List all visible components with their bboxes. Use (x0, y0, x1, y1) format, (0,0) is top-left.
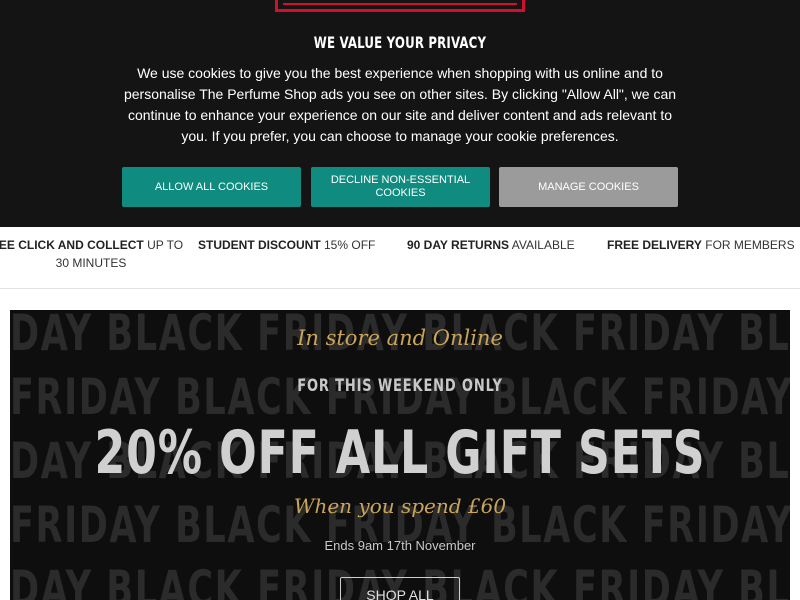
usp-bold: 90 DAY RETURNS (407, 238, 510, 252)
privacy-title: WE VALUE YOUR PRIVACY (313, 33, 487, 52)
hero-headline: 20% OFF ALL GIFT SETS (94, 418, 706, 488)
black-friday-hero[interactable]: DAY BLACK FRIDAY BLACK FRIDAY BLA FRIDAY… (10, 310, 790, 600)
hero-script-tagline: In store and Online (297, 326, 503, 350)
manage-cookies-button[interactable]: MANAGE COOKIES (499, 167, 678, 207)
usp-student-discount[interactable]: STUDENT DISCOUNT 15% OFF (198, 236, 375, 254)
usp-click-collect[interactable]: EE CLICK AND COLLECT UP TO 30 MINUTES (0, 236, 186, 272)
usp-bold: STUDENT DISCOUNT (198, 238, 321, 252)
brand-logo-frame (275, 0, 525, 12)
hero-weekend-text: FOR THIS WEEKEND ONLY (297, 376, 503, 396)
allow-all-cookies-button[interactable]: ALLOW ALL COOKIES (122, 167, 301, 207)
hero-end-date: Ends 9am 17th November (324, 538, 476, 553)
hero-spend-condition: When you spend £60 (293, 494, 507, 518)
shop-all-button[interactable]: SHOP ALL (340, 577, 460, 600)
usp-bold: EE CLICK AND COLLECT (0, 238, 144, 252)
hero-content: In store and Online FOR THIS WEEKEND ONL… (10, 310, 790, 600)
decline-non-essential-button[interactable]: DECLINE NON-ESSENTIAL COOKIES (311, 167, 490, 207)
usp-text: AVAILABLE (509, 238, 575, 252)
usp-returns[interactable]: 90 DAY RETURNS AVAILABLE (407, 236, 575, 254)
brand-logo-frame-inner (283, 3, 517, 5)
usp-bold: FREE DELIVERY (607, 238, 702, 252)
privacy-text: We use cookies to give you the best expe… (123, 65, 677, 144)
usp-text: 15% OFF (320, 238, 376, 252)
usp-strip: EE CLICK AND COLLECT UP TO 30 MINUTES ST… (0, 227, 800, 289)
usp-free-delivery[interactable]: FREE DELIVERY FOR MEMBERS (607, 236, 795, 254)
cookie-banner: WE VALUE YOUR PRIVACY We use cookies to … (0, 0, 800, 227)
usp-text: FOR MEMBERS (701, 238, 795, 252)
